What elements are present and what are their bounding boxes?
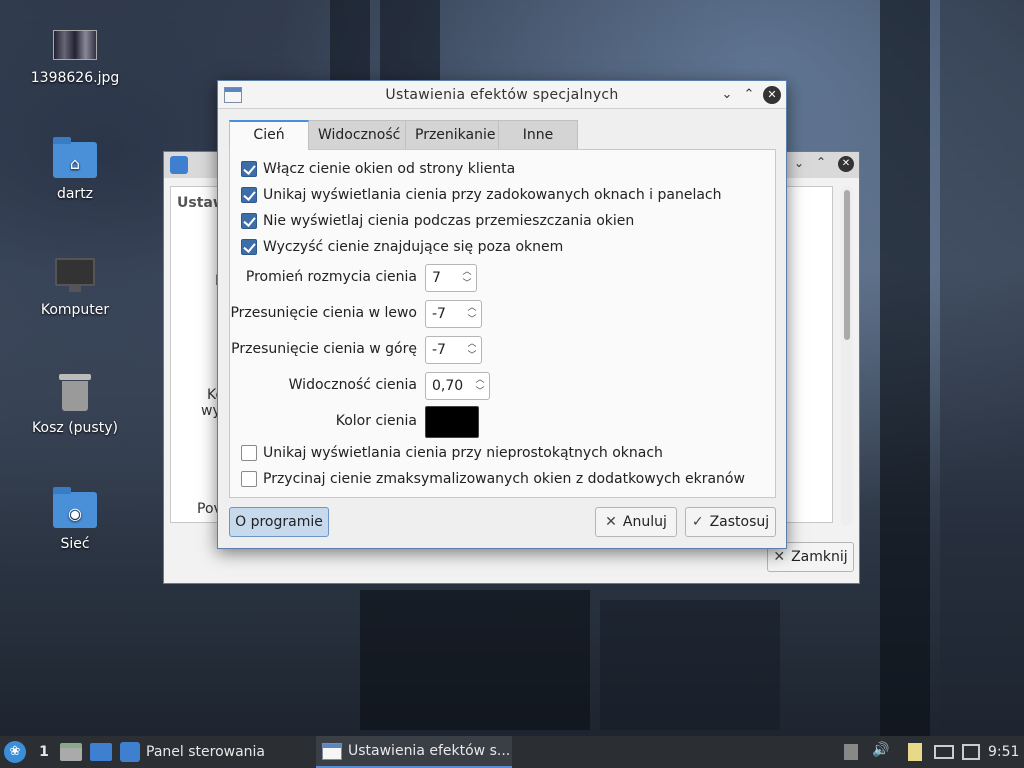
- control-panel-icon: [120, 742, 140, 762]
- cancel-button[interactable]: ✕ Anuluj: [595, 507, 677, 537]
- desktop-icon-label: dartz: [56, 186, 94, 202]
- apply-button[interactable]: ✓ Zastosuj: [685, 507, 776, 537]
- spin-arrows-icon[interactable]: ︿ ﹀: [466, 338, 478, 362]
- checkbox[interactable]: [241, 239, 257, 255]
- clipboard-icon[interactable]: [908, 743, 922, 761]
- lxqt-logo-icon: ❀: [4, 741, 26, 763]
- checkbox-nonrect-windows[interactable]: Unikaj wyświetlania cienia przy nieprost…: [241, 445, 663, 461]
- checkbox-clear-outside[interactable]: Wyczyść cienie znajdujące się poza oknem: [241, 239, 563, 255]
- notification-icon[interactable]: [962, 744, 980, 760]
- close-icon[interactable]: ✕: [763, 86, 781, 104]
- clock[interactable]: 9:51: [988, 736, 1019, 768]
- window-icon: [224, 87, 242, 103]
- checkbox-avoid-docks[interactable]: Unikaj wyświetlania cienia przy zadokowa…: [241, 187, 721, 203]
- window-icon: [322, 742, 342, 760]
- desktop-icon-home[interactable]: ⌂ dartz: [20, 137, 130, 202]
- taskbar: ❀ 1 Panel sterowania Ustawienia efektów …: [0, 736, 1024, 768]
- trash-icon: [53, 372, 97, 412]
- task-effects-settings[interactable]: Ustawienia efektów s...: [316, 736, 512, 768]
- offset-left-label: Przesunięcie cienia w lewo: [230, 305, 417, 321]
- scrollbar[interactable]: [841, 186, 853, 526]
- close-icon: ✕: [773, 549, 786, 565]
- special-effects-dialog: Ustawienia efektów specjalnych ⌄ ⌃ ✕ Cie…: [217, 80, 787, 549]
- about-button[interactable]: O programie: [229, 507, 329, 537]
- folder-icon: [90, 743, 112, 761]
- checkbox-client-shadows[interactable]: Włącz cienie okien od strony klienta: [241, 161, 515, 177]
- offset-up-spinbox[interactable]: -7 ︿ ﹀: [425, 336, 482, 364]
- tab-shadow[interactable]: Cień: [229, 120, 309, 150]
- dialog-titlebar: Ustawienia efektów specjalnych ⌄ ⌃ ✕: [218, 81, 786, 109]
- tab-other[interactable]: Inne: [498, 120, 578, 150]
- opacity-spinbox[interactable]: 0,70 ︿ ﹀: [425, 372, 490, 400]
- offset-left-spinbox[interactable]: -7 ︿ ﹀: [425, 300, 482, 328]
- tab-visibility[interactable]: Widoczność: [308, 120, 406, 150]
- radius-label: Promień rozmycia cienia: [245, 269, 417, 285]
- desktop-icon-computer[interactable]: Komputer: [20, 258, 130, 318]
- shadow-color-button[interactable]: [425, 406, 479, 438]
- shadow-settings-panel: Włącz cienie okien od strony klienta Uni…: [229, 149, 776, 498]
- start-menu-button[interactable]: ❀: [4, 736, 26, 768]
- network-folder-icon: ◉: [53, 487, 97, 528]
- checkbox[interactable]: [241, 161, 257, 177]
- control-panel-app-icon: [170, 156, 188, 174]
- checkbox[interactable]: [241, 187, 257, 203]
- desktop-icon-label: Komputer: [40, 302, 110, 318]
- tab-bar: Cień Widoczność Przenikanie Inne: [229, 120, 578, 150]
- offset-up-label: Przesunięcie cienia w górę: [231, 341, 417, 357]
- desktop-icon-image-file[interactable]: 1398626.jpg: [20, 26, 130, 86]
- spin-arrows-icon[interactable]: ︿ ﹀: [466, 302, 478, 326]
- close-icon[interactable]: ✕: [838, 156, 854, 172]
- close-icon: ✕: [605, 514, 617, 530]
- spin-arrows-icon[interactable]: ︿ ﹀: [474, 374, 486, 398]
- file-manager-launcher[interactable]: [90, 736, 112, 768]
- desktop-icon-label: 1398626.jpg: [30, 70, 120, 86]
- tray-up-arrow-icon[interactable]: [844, 744, 858, 760]
- desktop-icon-network[interactable]: ◉ Sieć: [20, 487, 130, 552]
- image-file-icon: [53, 30, 97, 60]
- color-label: Kolor cienia: [335, 413, 417, 429]
- radius-spinbox[interactable]: 7 ︿ ﹀: [425, 264, 477, 292]
- opacity-label: Widoczność cienia: [288, 377, 417, 393]
- desktop-icon-label: Sieć: [60, 536, 90, 552]
- checkmark-icon: ✓: [691, 514, 704, 530]
- chevron-down-icon[interactable]: ⌄: [794, 156, 804, 170]
- checkbox-no-shadow-moving[interactable]: Nie wyświetlaj cienia podczas przemieszc…: [241, 213, 634, 229]
- tab-fading[interactable]: Przenikanie: [405, 120, 499, 150]
- dialog-title: Ustawienia efektów specjalnych: [385, 86, 619, 103]
- workspace-switcher[interactable]: 1: [36, 736, 52, 768]
- minimize-chevron-icon[interactable]: ⌄: [718, 86, 736, 104]
- volume-icon[interactable]: 🔊: [872, 742, 889, 758]
- desktop-icon: [60, 743, 82, 761]
- spin-arrows-icon[interactable]: ︿ ﹀: [461, 266, 473, 290]
- home-folder-icon: ⌂: [53, 137, 97, 178]
- desktop-icon-label: Kosz (pusty): [32, 420, 118, 436]
- task-control-panel[interactable]: Panel sterowania: [120, 736, 310, 768]
- checkbox-crop-maximized[interactable]: Przycinaj cienie zmaksymalizowanych okie…: [241, 471, 745, 487]
- checkbox[interactable]: [241, 213, 257, 229]
- checkbox[interactable]: [241, 445, 257, 461]
- maximize-icon[interactable]: ⌃: [816, 155, 826, 169]
- computer-icon: [53, 258, 97, 294]
- show-desktop-button[interactable]: [60, 736, 82, 768]
- desktop-icon-trash[interactable]: Kosz (pusty): [20, 372, 130, 436]
- checkbox[interactable]: [241, 471, 257, 487]
- maximize-icon[interactable]: ⌃: [740, 86, 758, 104]
- network-icon[interactable]: [934, 745, 954, 759]
